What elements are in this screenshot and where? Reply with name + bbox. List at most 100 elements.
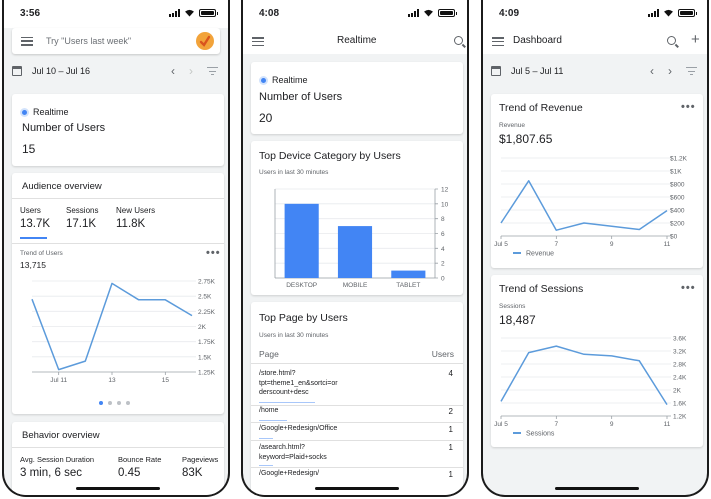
- date-range[interactable]: Jul 5 – Jul 11: [511, 66, 563, 76]
- column-header-page: Page: [259, 349, 279, 359]
- more-options-icon[interactable]: •••: [681, 282, 696, 294]
- status-bar: 4:08: [243, 0, 467, 28]
- metric-value: $1,807.65: [499, 132, 553, 146]
- metric-value: 18,487: [499, 313, 536, 327]
- tab-sessions[interactable]: Sessions 17.1K: [66, 206, 98, 230]
- carousel-dots[interactable]: [99, 401, 130, 405]
- carousel-dot[interactable]: [108, 401, 112, 405]
- signal-icon: [648, 9, 659, 17]
- table-row[interactable]: /store.html? tpt=theme1_en&sortci=or der…: [251, 367, 463, 406]
- search-placeholder: Try "Users last week": [46, 36, 132, 46]
- filter-icon[interactable]: [207, 67, 218, 75]
- wifi-icon: [664, 9, 673, 17]
- y-tick-label: 2.4K: [673, 375, 687, 382]
- tab-users[interactable]: Users 13.7K: [20, 206, 50, 239]
- calendar-icon[interactable]: [491, 66, 501, 76]
- x-tick-label: TABLET: [396, 282, 420, 289]
- chevron-right-icon[interactable]: ›: [668, 64, 672, 78]
- table-row[interactable]: /Google+Redesign/Office 1: [251, 424, 463, 441]
- users-share-bar: [259, 419, 287, 421]
- x-tick-label: MOBILE: [343, 282, 368, 289]
- x-tick-label: 13: [108, 377, 116, 384]
- phone-screen-dashboard: 4:09 Dashboard + Jul 5 – Jul 11 ‹ › Tren…: [481, 0, 709, 497]
- y-tick-label: 3.6K: [673, 336, 687, 343]
- legend-label: Sessions: [526, 431, 555, 438]
- app-bar: Realtime: [243, 28, 467, 54]
- home-indicator: [315, 487, 399, 490]
- menu-icon[interactable]: [252, 37, 264, 46]
- x-tick-label: 11: [664, 421, 671, 428]
- card-title: Trend of Sessions: [499, 283, 584, 295]
- y-tick-label: 2.8K: [673, 362, 687, 369]
- bar-mobile: [337, 226, 373, 278]
- tab-new-users[interactable]: New Users 11.8K: [116, 206, 155, 230]
- filter-icon[interactable]: [686, 67, 697, 75]
- status-time: 4:09: [499, 8, 520, 19]
- y-tick-label: 1.2K: [673, 414, 687, 421]
- add-icon[interactable]: +: [691, 31, 700, 48]
- metric-bounce-rate[interactable]: Bounce Rate 0.45: [118, 455, 161, 479]
- home-indicator: [555, 487, 639, 490]
- menu-icon[interactable]: [492, 37, 504, 46]
- trend-of-revenue-card[interactable]: Trend of Revenue ••• Revenue $1,807.65 $…: [491, 94, 703, 268]
- y-tick-label: 6: [441, 231, 445, 238]
- behavior-overview-card[interactable]: Behavior overview Avg. Session Duration …: [12, 422, 224, 495]
- realtime-card[interactable]: Realtime Number of Users 20: [251, 62, 463, 134]
- users-share-bar: [259, 401, 315, 403]
- metric-avg-session-duration[interactable]: Avg. Session Duration 3 min, 6 sec: [20, 455, 94, 479]
- divider: [12, 243, 224, 244]
- date-range-row: Jul 5 – Jul 11 ‹ ›: [483, 58, 707, 84]
- calendar-icon[interactable]: [12, 66, 22, 76]
- page-path: /Google+Redesign/: [259, 470, 320, 477]
- chevron-left-icon[interactable]: ‹: [650, 64, 654, 78]
- trend-of-sessions-card[interactable]: Trend of Sessions ••• Sessions 18,487 1.…: [491, 275, 703, 447]
- y-tick-label: $1.2K: [670, 156, 688, 163]
- x-tick-label: Jul 11: [50, 377, 67, 384]
- audience-overview-card[interactable]: Audience overview Users 13.7K Sessions 1…: [12, 173, 224, 414]
- search-icon[interactable]: [454, 36, 463, 45]
- carousel-dot[interactable]: [126, 401, 130, 405]
- card-title: Behavior overview: [22, 430, 100, 441]
- table-row[interactable]: /Google+Redesign/ 1: [251, 469, 463, 484]
- trend-label: Trend of Users: [20, 250, 63, 257]
- y-tick-label: 0: [441, 276, 445, 283]
- chevron-left-icon[interactable]: ‹: [171, 64, 175, 78]
- table-row[interactable]: /asearch.html? keyword=Plaid+socks 1: [251, 442, 463, 468]
- top-page-card[interactable]: Top Page by Users Users in last 30 minut…: [251, 302, 463, 495]
- table-row[interactable]: /home 2: [251, 406, 463, 423]
- y-tick-label: 8: [441, 216, 445, 223]
- realtime-dot-icon: [261, 77, 266, 83]
- carousel-dot-active[interactable]: [99, 401, 103, 405]
- carousel-dot[interactable]: [117, 401, 121, 405]
- wifi-icon: [424, 9, 433, 17]
- card-subtitle: Users in last 30 minutes: [259, 332, 329, 339]
- analytics-logo-icon[interactable]: [196, 32, 214, 50]
- top-device-category-card[interactable]: Top Device Category by Users Users in la…: [251, 141, 463, 295]
- y-tick-label: $1K: [670, 169, 682, 176]
- search-icon[interactable]: [667, 36, 676, 45]
- metric-pageviews[interactable]: Pageviews 83K: [182, 455, 218, 479]
- divider: [251, 363, 463, 364]
- metric-label: Sessions: [499, 303, 526, 310]
- page-path: /asearch.html? keyword=Plaid+socks: [259, 444, 327, 461]
- x-tick-label: DESKTOP: [286, 282, 317, 289]
- home-indicator: [76, 487, 160, 490]
- search-bar[interactable]: Try "Users last week": [12, 28, 220, 54]
- status-bar: 4:09: [483, 0, 707, 28]
- x-tick-label: 7: [555, 421, 559, 428]
- date-range[interactable]: Jul 10 – Jul 16: [32, 66, 90, 76]
- menu-icon[interactable]: [21, 36, 33, 46]
- chevron-right-icon[interactable]: ›: [189, 64, 193, 78]
- realtime-metric: Number of Users: [259, 91, 343, 103]
- page-users: 1: [448, 425, 453, 434]
- series-line: [500, 345, 668, 406]
- phone-screen-home: 3:56 Try "Users last week" Jul 10 – Jul …: [2, 0, 230, 497]
- divider: [251, 440, 463, 441]
- wifi-icon: [185, 9, 194, 17]
- realtime-card[interactable]: Realtime Number of Users 15: [12, 94, 224, 166]
- more-options-icon[interactable]: •••: [206, 247, 221, 259]
- y-tick-label: 1.6K: [673, 401, 687, 408]
- y-tick-label: 1.5K: [198, 354, 212, 361]
- more-options-icon[interactable]: •••: [681, 101, 696, 113]
- revenue-trend-chart: $0 $200 $400 $600 $800 $1K $1.2K Jul 5 7 9 11 Reven…: [494, 156, 688, 258]
